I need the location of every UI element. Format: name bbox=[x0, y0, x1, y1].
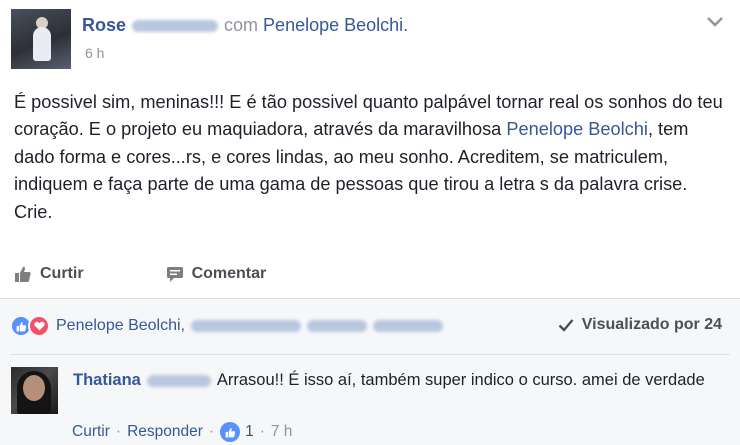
blurred-surname bbox=[146, 374, 211, 387]
post-header: Rose com Penelope Beolchi. bbox=[82, 14, 408, 36]
seen-by-label: Visualizado por 24 bbox=[581, 316, 722, 333]
comment-like-link[interactable]: Curtir bbox=[72, 423, 110, 441]
commenter-name[interactable]: Thatiana bbox=[73, 371, 141, 389]
comment-button[interactable]: Comentar bbox=[166, 265, 267, 283]
with-label: com bbox=[224, 15, 259, 35]
seen-by[interactable]: Visualizado por 24 bbox=[558, 316, 722, 334]
author-avatar[interactable] bbox=[11, 9, 71, 69]
comment-body: Thatiana Arrasou!! É isso aí, também supe… bbox=[73, 368, 723, 393]
separator: · bbox=[208, 423, 215, 440]
separator: · bbox=[259, 423, 265, 440]
facebook-post: Rose com Penelope Beolchi. 6 h É possivel… bbox=[0, 0, 740, 445]
comment-icon bbox=[166, 267, 183, 282]
like-label: Curtir bbox=[40, 265, 84, 282]
thumbs-up-icon bbox=[15, 266, 31, 282]
blurred-name bbox=[372, 320, 443, 332]
like-button[interactable]: Curtir bbox=[14, 265, 84, 283]
post-text: É possivel sim, meninas!!! E é tão possi… bbox=[14, 89, 730, 226]
comment-like-count[interactable]: 1 bbox=[245, 423, 254, 441]
chevron-down-icon[interactable] bbox=[704, 14, 726, 30]
reactors-names[interactable]: Penelope Beolchi, bbox=[56, 317, 185, 335]
avatar-face bbox=[23, 375, 45, 401]
comment-timestamp[interactable]: 7 h bbox=[271, 423, 293, 441]
post-text-link[interactable]: Penelope Beolchi bbox=[506, 119, 648, 139]
post-timestamp[interactable]: 6 h bbox=[85, 45, 104, 61]
comment-text: Arrasou!! É isso aí, também super indico… bbox=[216, 371, 705, 389]
checkmark-icon bbox=[558, 319, 574, 332]
love-reaction-icon bbox=[28, 315, 50, 337]
tagged-person[interactable]: Penelope Beolchi. bbox=[263, 15, 408, 35]
like-reaction-icon[interactable] bbox=[220, 422, 241, 442]
comment-actions: Curtir · Responder · 1 · 7 h bbox=[72, 422, 292, 442]
comment-reply-link[interactable]: Responder bbox=[127, 423, 203, 441]
blurred-surname bbox=[132, 20, 219, 33]
blurred-name bbox=[306, 320, 367, 332]
comment-label: Comentar bbox=[191, 265, 267, 282]
avatar-figure bbox=[33, 27, 51, 61]
post-actions: Curtir Comentar bbox=[14, 262, 296, 286]
author-name[interactable]: Rose bbox=[82, 15, 126, 35]
separator: · bbox=[115, 423, 122, 440]
commenter-avatar[interactable] bbox=[11, 367, 58, 414]
divider bbox=[10, 354, 730, 355]
blurred-name bbox=[190, 320, 301, 332]
reaction-icons bbox=[10, 315, 50, 337]
reactions-summary[interactable]: Penelope Beolchi, bbox=[10, 313, 449, 339]
